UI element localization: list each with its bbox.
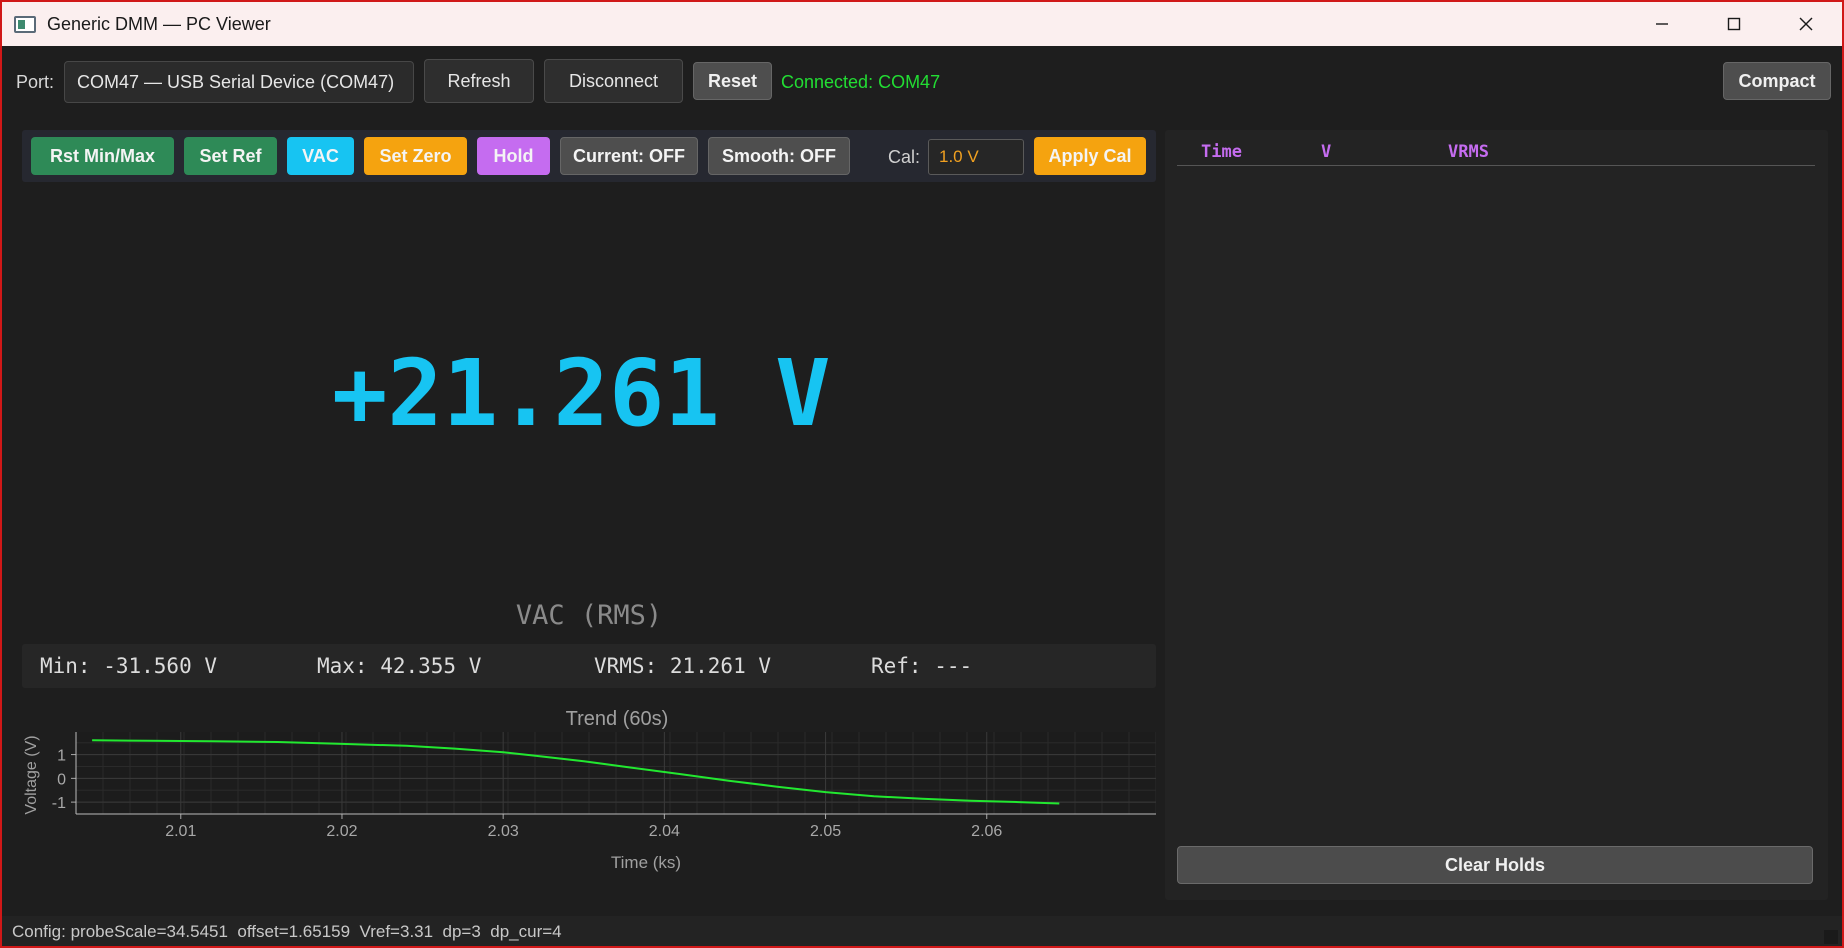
smooth-toggle-button[interactable]: Smooth: OFF xyxy=(708,137,850,175)
main-reading: +21.261 V xyxy=(332,340,831,447)
connection-bar: Port: COM47 — USB Serial Device (COM47) … xyxy=(2,46,1842,118)
x-tick-label: 2.05 xyxy=(810,823,841,840)
y-tick-label: 1 xyxy=(57,748,66,765)
clear-holds-button[interactable]: Clear Holds xyxy=(1177,846,1813,884)
y-axis-label: Voltage (V) xyxy=(23,735,40,814)
meter-toolbar: Rst Min/Max Set Ref VAC Set Zero Hold Cu… xyxy=(22,130,1156,182)
maximize-icon[interactable] xyxy=(1698,2,1770,46)
holds-col-v: V xyxy=(1321,142,1332,162)
stat-vrms: VRMS: 21.261 V xyxy=(594,654,772,678)
refresh-button[interactable]: Refresh xyxy=(424,59,534,103)
trend-chart-svg: 2.01 2.02 2.03 2.04 2.05 2.06 1 0 -1 Time (ks) Vol… xyxy=(23,732,1157,872)
status-bar: Config: probeScale=34.5451 offset=1.6515… xyxy=(2,916,1842,946)
close-icon[interactable] xyxy=(1770,2,1842,46)
cal-label: Cal: xyxy=(888,147,921,167)
meter-panel: Rst Min/Max Set Ref VAC Set Zero Hold Cu… xyxy=(22,130,1157,900)
title-bar[interactable]: Generic DMM — PC Viewer xyxy=(2,2,1842,46)
x-tick-label: 2.01 xyxy=(165,823,196,840)
x-axis-label: Time (ks) xyxy=(611,853,681,872)
holds-col-time: Time xyxy=(1201,142,1242,162)
window-title: Generic DMM — PC Viewer xyxy=(47,13,271,34)
x-tick-label: 2.03 xyxy=(488,823,519,840)
window-controls xyxy=(1626,2,1842,46)
connection-status: Connected: COM47 xyxy=(781,72,941,92)
reset-button[interactable]: Reset xyxy=(693,62,772,100)
port-label: Port: xyxy=(16,72,55,92)
apply-cal-button[interactable]: Apply Cal xyxy=(1034,137,1146,175)
stat-max: Max: 42.355 V xyxy=(317,654,482,678)
stat-ref: Ref: --- xyxy=(871,654,973,678)
holds-col-vrms: VRMS xyxy=(1448,142,1489,162)
app-window: Generic DMM — PC Viewer Port: COM47 — US… xyxy=(0,0,1844,948)
minimize-icon[interactable] xyxy=(1626,2,1698,46)
holds-panel: Time V VRMS Clear Holds xyxy=(1165,130,1828,900)
app-icon xyxy=(14,15,36,33)
chart-title: Trend (60s) xyxy=(565,708,669,730)
stats-bar: Min: -31.560 V Max: 42.355 V VRMS: 21.26… xyxy=(22,644,1156,688)
port-select[interactable]: COM47 — USB Serial Device (COM47) xyxy=(64,61,414,103)
hold-button[interactable]: Hold xyxy=(477,137,550,175)
x-tick-label: 2.06 xyxy=(971,823,1002,840)
current-toggle-button[interactable]: Current: OFF xyxy=(560,137,698,175)
trend-chart: 2.01 2.02 2.03 2.04 2.05 2.06 1 0 -1 Time (ks) Vol… xyxy=(22,732,1157,900)
holds-table-header: Time V VRMS xyxy=(1177,140,1815,166)
config-text: Config: probeScale=34.5451 offset=1.6515… xyxy=(12,922,562,941)
y-tick-label: 0 xyxy=(57,771,66,788)
disconnect-button[interactable]: Disconnect xyxy=(544,59,683,103)
resize-grip-icon[interactable] xyxy=(1824,930,1838,944)
stat-min: Min: -31.560 V xyxy=(40,654,218,678)
y-tick-label: -1 xyxy=(52,795,66,812)
set-zero-button[interactable]: Set Zero xyxy=(364,137,467,175)
set-ref-button[interactable]: Set Ref xyxy=(184,137,277,175)
x-tick-label: 2.02 xyxy=(326,823,357,840)
mode-vac-button[interactable]: VAC xyxy=(287,137,354,175)
x-tick-label: 2.04 xyxy=(649,823,680,840)
reset-minmax-button[interactable]: Rst Min/Max xyxy=(31,137,174,175)
compact-button[interactable]: Compact xyxy=(1723,62,1831,100)
cal-input[interactable]: 1.0 V xyxy=(928,139,1024,175)
mode-label: VAC (RMS) xyxy=(515,600,663,631)
